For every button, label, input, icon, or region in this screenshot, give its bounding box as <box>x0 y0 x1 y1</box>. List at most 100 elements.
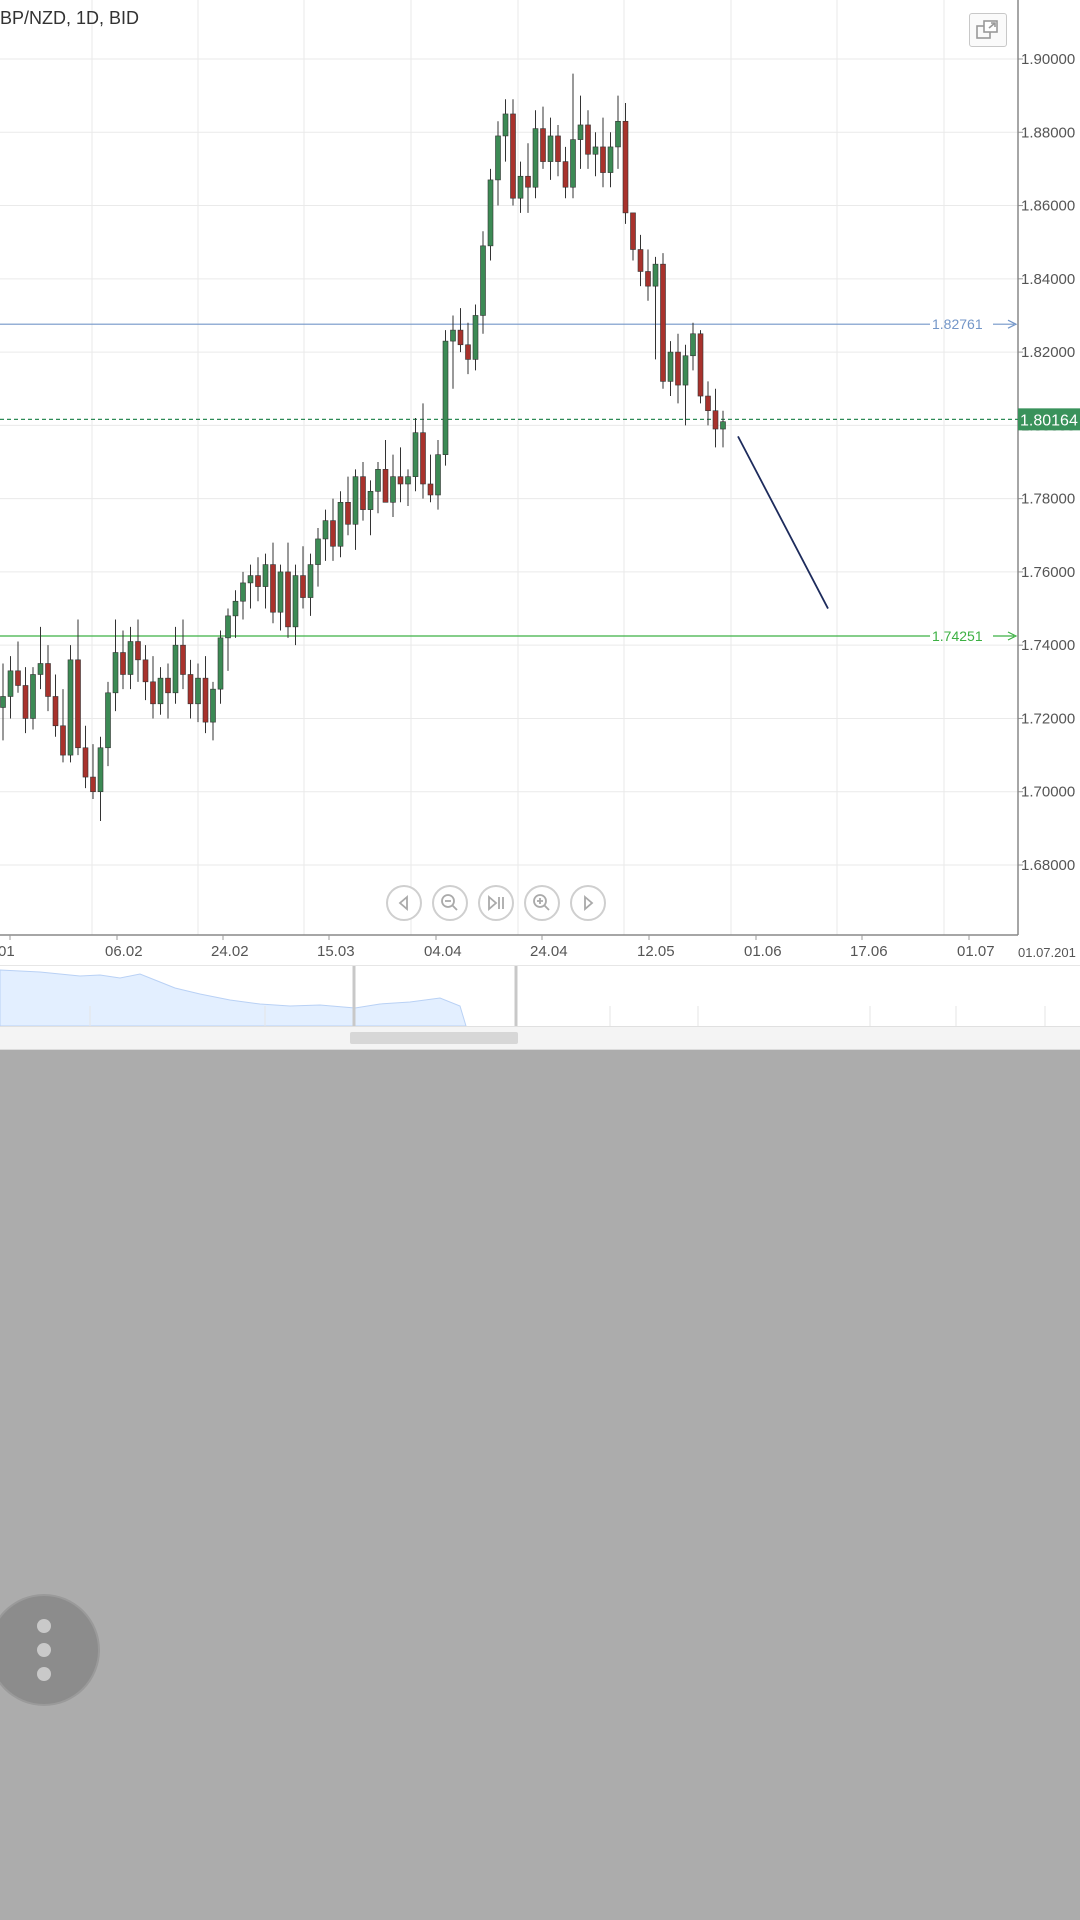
candle-body <box>652 263 659 287</box>
x-tick-label-current: 01.07.201 <box>1018 945 1076 960</box>
horizontal-level-label: 1.82761 <box>932 316 983 332</box>
candle-body <box>510 113 516 199</box>
candle-body <box>60 725 66 756</box>
y-tick-label: 1.70000 <box>1021 784 1075 801</box>
candle-body <box>547 135 554 162</box>
candle-body <box>637 249 644 272</box>
candle-body <box>345 501 351 525</box>
candle-body <box>157 677 164 705</box>
x-tick-label: 24.04 <box>530 943 568 960</box>
candle-body <box>367 491 374 510</box>
candle-body <box>112 652 119 694</box>
chart-scrollbar[interactable] <box>0 1027 1080 1050</box>
candle-body <box>315 538 321 565</box>
candle-body <box>442 340 449 455</box>
candle-body <box>450 329 456 342</box>
candle-body <box>75 659 81 749</box>
candle-body <box>277 571 284 613</box>
candle-body <box>255 575 261 587</box>
candle-body <box>600 146 606 173</box>
candle-body <box>352 476 359 525</box>
y-tick-label: 1.74000 <box>1021 637 1075 654</box>
candle-body <box>427 483 434 496</box>
x-tick-label: 24.02 <box>211 943 249 960</box>
candle-body <box>45 663 51 697</box>
candle-body <box>645 271 651 287</box>
candle-body <box>217 637 224 690</box>
candle-body <box>525 175 531 188</box>
candle-body <box>705 395 711 412</box>
scroll-left-icon <box>398 895 408 911</box>
candle-body <box>555 135 561 162</box>
candle-body <box>97 747 104 793</box>
y-tick-label: 1.86000 <box>1021 198 1075 215</box>
candle-body <box>682 355 689 386</box>
zoom-out-button[interactable] <box>432 885 468 921</box>
candle-body <box>240 582 246 602</box>
more-vertical-icon-dot <box>37 1667 51 1681</box>
x-tick-label: 01 <box>0 943 15 960</box>
candle-body <box>585 124 591 155</box>
candle-body <box>135 641 141 661</box>
candle-body <box>630 212 636 250</box>
candle-body <box>195 677 201 705</box>
scroll-left-button[interactable] <box>386 885 422 921</box>
candle-body <box>577 124 584 140</box>
candle-body <box>337 501 344 547</box>
candle-body <box>562 161 569 188</box>
candle-body <box>142 659 149 683</box>
current-price-label: 1.80164 <box>1020 412 1078 429</box>
candle-body <box>225 615 231 639</box>
y-tick-label: 1.90000 <box>1021 51 1075 68</box>
candle-body <box>0 696 6 708</box>
reset-view-icon <box>488 895 504 911</box>
candle-body <box>22 685 29 719</box>
reset-view-button[interactable] <box>478 885 514 921</box>
candle-body <box>712 410 719 430</box>
candle-body <box>405 476 411 485</box>
candle-body <box>150 681 156 705</box>
candle-body <box>570 139 576 188</box>
plot-background <box>0 0 1018 935</box>
candle-body <box>30 674 36 719</box>
candle-body <box>472 315 479 360</box>
candle-body <box>502 113 509 137</box>
candle-body <box>232 600 239 617</box>
y-tick-label: 1.88000 <box>1021 124 1075 141</box>
candle-body <box>517 175 524 199</box>
candle-body <box>532 128 539 188</box>
y-tick-label: 1.68000 <box>1021 857 1075 874</box>
candle-body <box>172 644 179 694</box>
candle-body <box>457 329 464 346</box>
candle-body <box>307 564 314 598</box>
popout-icon <box>976 20 998 39</box>
candle-body <box>690 333 696 357</box>
chart-area[interactable]: 1.900001.880001.860001.840001.820001.800… <box>0 0 1080 1050</box>
candle-body <box>720 421 726 430</box>
candle-body <box>480 245 486 316</box>
popout-button[interactable] <box>969 13 1007 47</box>
candle-body <box>322 520 329 540</box>
scrollbar-thumb[interactable] <box>350 1032 518 1044</box>
y-tick-label: 1.78000 <box>1021 491 1075 508</box>
chart-title: BP/NZD, 1D, BID <box>0 8 140 28</box>
scroll-right-button[interactable] <box>570 885 606 921</box>
x-tick-label: 17.06 <box>850 943 888 960</box>
navigator-area <box>0 969 467 1027</box>
zoom-in-icon <box>533 894 550 911</box>
candle-body <box>82 747 89 778</box>
x-tick-label: 12.05 <box>637 943 675 960</box>
horizontal-level-label: 1.74251 <box>932 628 983 644</box>
candle-body <box>52 696 59 727</box>
candle-body <box>285 571 291 628</box>
candle-body <box>37 663 44 675</box>
candle-body <box>165 677 171 694</box>
candle-body <box>375 469 381 492</box>
candle-body <box>540 128 546 162</box>
zoom-out-icon <box>441 894 458 911</box>
chart-navigator[interactable] <box>0 965 1080 1027</box>
y-tick-label: 1.72000 <box>1021 710 1075 727</box>
navigator-minimap <box>0 966 1046 1027</box>
zoom-in-button[interactable] <box>524 885 560 921</box>
candle-body <box>397 476 404 485</box>
